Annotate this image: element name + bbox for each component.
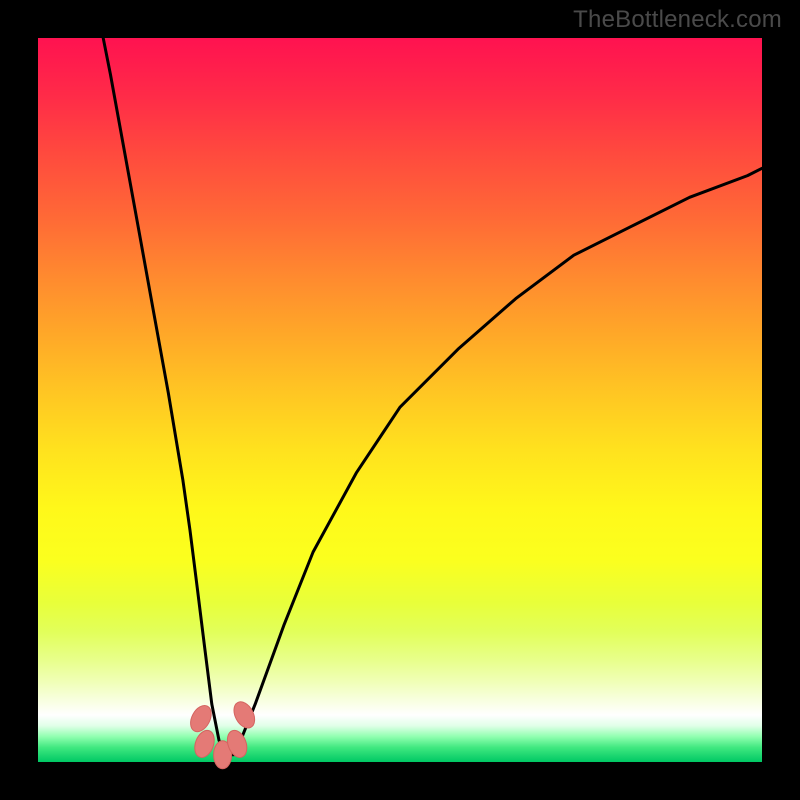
- curve-markers: [186, 698, 258, 768]
- chart-svg: [38, 38, 762, 762]
- chart-plot-area: [38, 38, 762, 762]
- watermark-text: TheBottleneck.com: [573, 6, 782, 34]
- bottleneck-curve-path: [103, 38, 762, 755]
- chart-frame: TheBottleneck.com: [0, 0, 800, 800]
